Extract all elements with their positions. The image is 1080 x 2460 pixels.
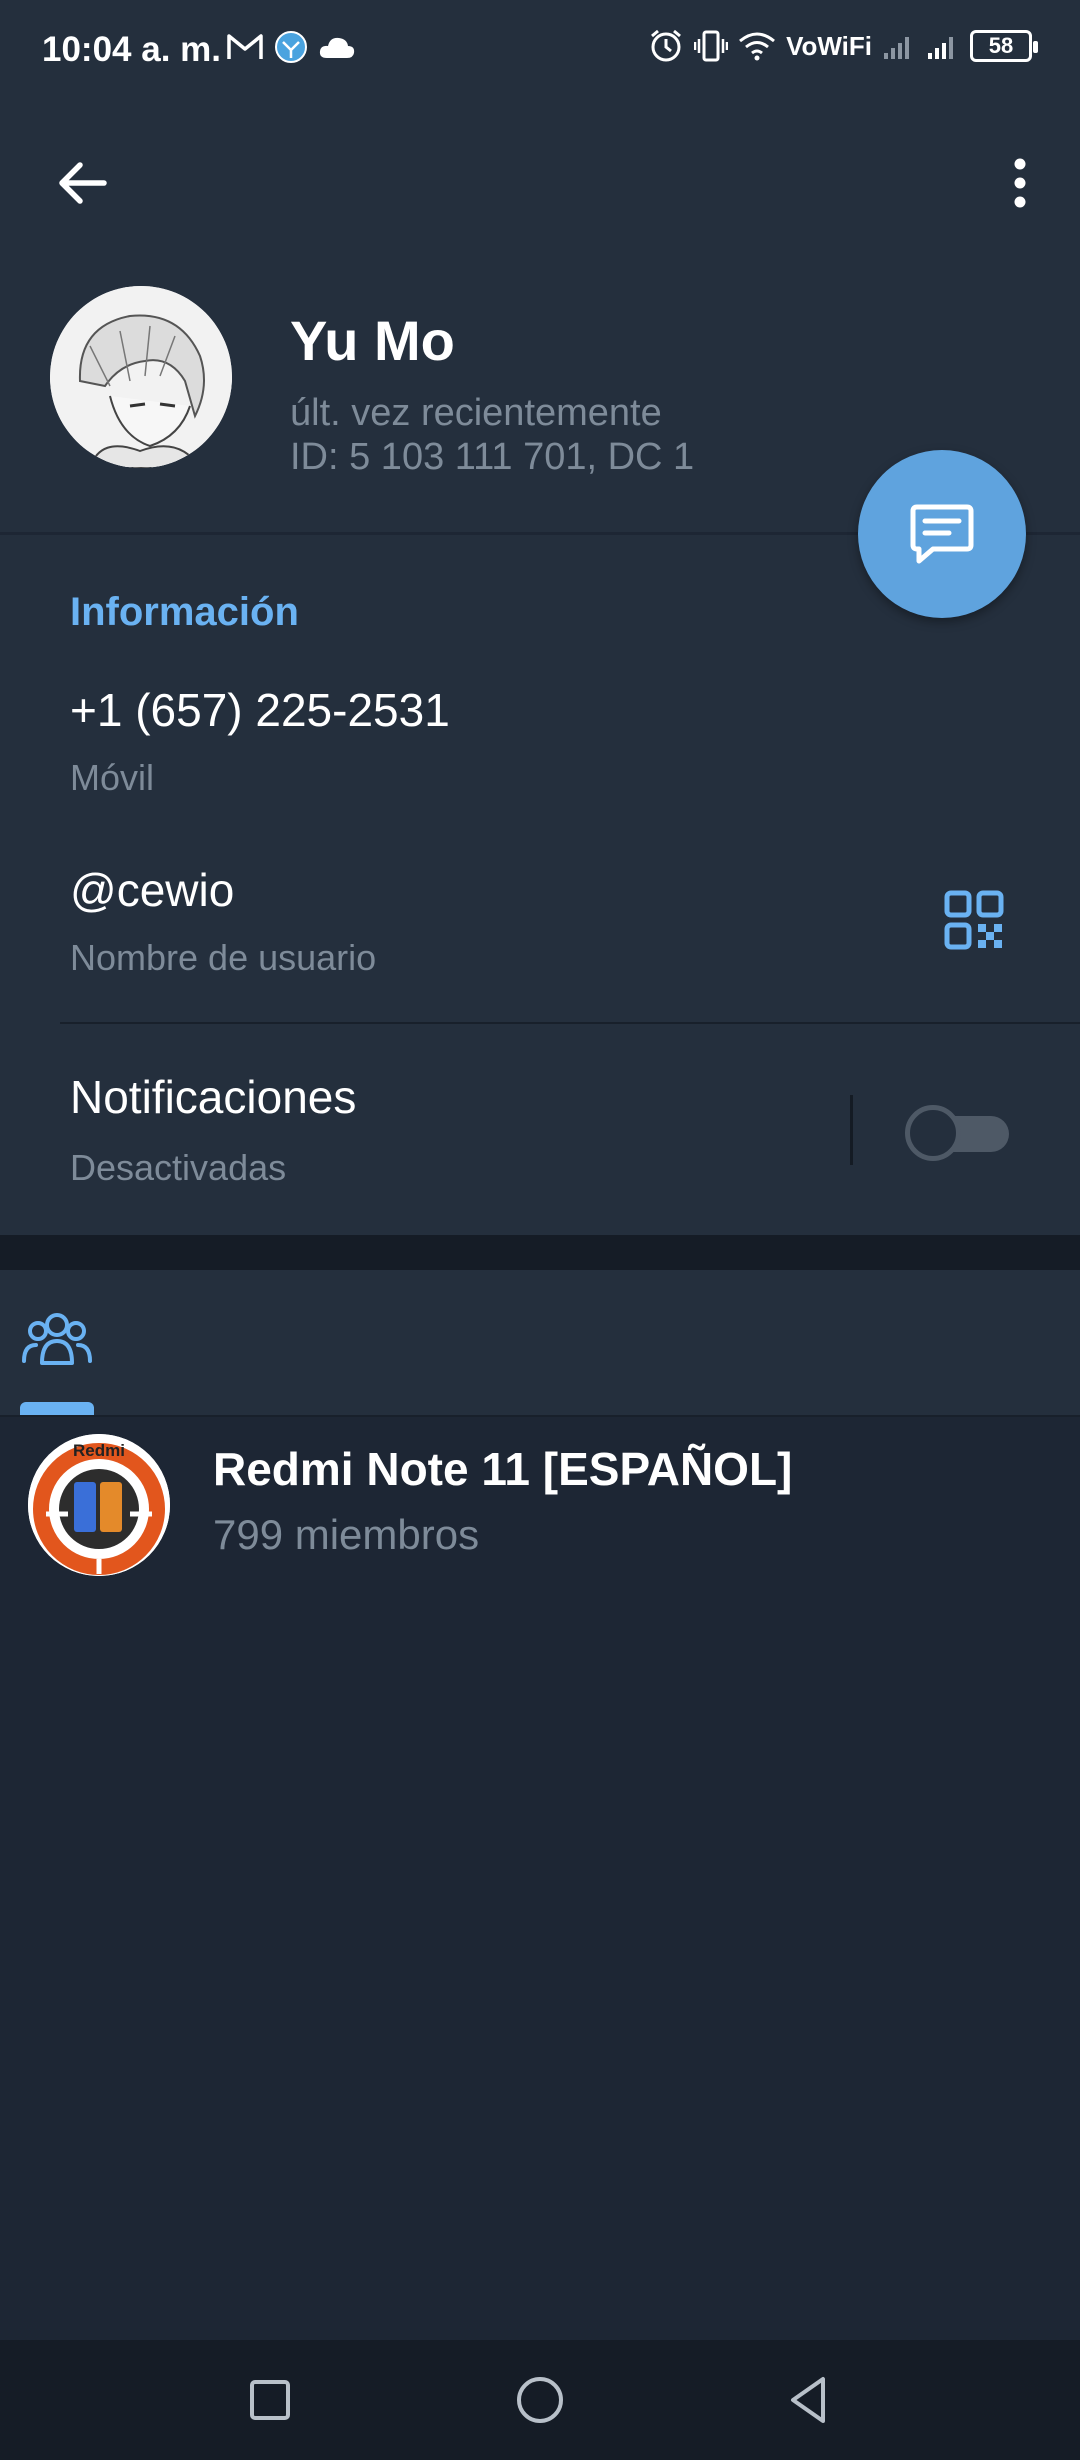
group-members-count: 799 miembros: [213, 1511, 480, 1558]
home-button[interactable]: [505, 2365, 575, 2435]
app-notification-icon: [275, 31, 307, 63]
tab-groups[interactable]: [20, 1305, 94, 1371]
signal-icon-sim1: [884, 37, 909, 59]
status-time: 10:04 a. m.: [42, 30, 221, 69]
back-nav-button[interactable]: [775, 2365, 845, 2435]
active-tab-indicator: [20, 1402, 94, 1415]
battery-indicator: 58: [970, 30, 1038, 62]
send-message-button[interactable]: [858, 450, 1026, 618]
phone-label: Móvil: [70, 757, 155, 798]
avatar-sketch: [50, 286, 232, 468]
message-icon: [910, 504, 974, 564]
arrow-left-icon: [59, 162, 107, 204]
system-nav-bar: [0, 2340, 1080, 2460]
more-options-button[interactable]: [1000, 150, 1040, 216]
user-id-line: ID: 5 103 111 701, DC 1: [290, 436, 695, 478]
cloud-icon: [319, 37, 355, 58]
section-title: Información: [70, 590, 299, 634]
info-section: Información +1 (657) 225-2531 Móvil @cew…: [0, 535, 1080, 1235]
redmi-group-logo: Redmi: [28, 1434, 170, 1576]
vertical-separator: [850, 1095, 853, 1165]
groups-icon: [22, 1313, 92, 1365]
qr-code-button[interactable]: [944, 890, 1004, 950]
back-button[interactable]: [50, 150, 116, 216]
media-tabs: [0, 1270, 1080, 1415]
notifications-label[interactable]: Notificaciones: [70, 1070, 356, 1124]
qr-code-icon: [944, 890, 1004, 950]
gmail-icon: [227, 34, 263, 59]
wifi-icon: [739, 32, 776, 61]
battery-level: 58: [988, 33, 1014, 58]
network-label: VoWiFi: [786, 30, 872, 61]
divider: [60, 1022, 1080, 1024]
username-label: Nombre de usuario: [70, 937, 377, 978]
group-name: Redmi Note 11 [ESPAÑOL]: [213, 1443, 793, 1495]
notifications-status: Desactivadas: [70, 1147, 287, 1188]
more-vertical-icon: [1014, 158, 1026, 208]
circle-icon: [517, 2377, 563, 2423]
notification-icons: [226, 30, 356, 64]
alarm-icon: [651, 29, 682, 62]
list-item[interactable]: Redmi Redmi Note 11 [ESPAÑOL] 799 miembr…: [0, 1417, 1080, 1587]
profile-avatar[interactable]: [50, 286, 232, 468]
status-bar: 10:04 a. m. VoWiFi 58: [0, 0, 1080, 100]
username[interactable]: @cewio: [70, 863, 234, 917]
group-avatar: Redmi: [28, 1434, 170, 1576]
phone-number[interactable]: +1 (657) 225-2531: [70, 683, 450, 737]
system-indicators: VoWiFi 58: [648, 28, 1038, 64]
vibrate-icon: [694, 30, 729, 62]
toggle-knob: [905, 1105, 961, 1161]
triangle-back-icon: [791, 2377, 825, 2423]
recents-button[interactable]: [235, 2365, 305, 2435]
signal-icon-sim2: [928, 37, 953, 59]
profile-name: Yu Mo: [290, 309, 455, 372]
group-logo-text: Redmi: [73, 1441, 125, 1460]
last-seen-status: últ. vez recientemente: [290, 392, 662, 434]
square-icon: [250, 2380, 290, 2420]
section-gap: [0, 1235, 1080, 1270]
notifications-toggle[interactable]: [905, 1105, 1009, 1161]
